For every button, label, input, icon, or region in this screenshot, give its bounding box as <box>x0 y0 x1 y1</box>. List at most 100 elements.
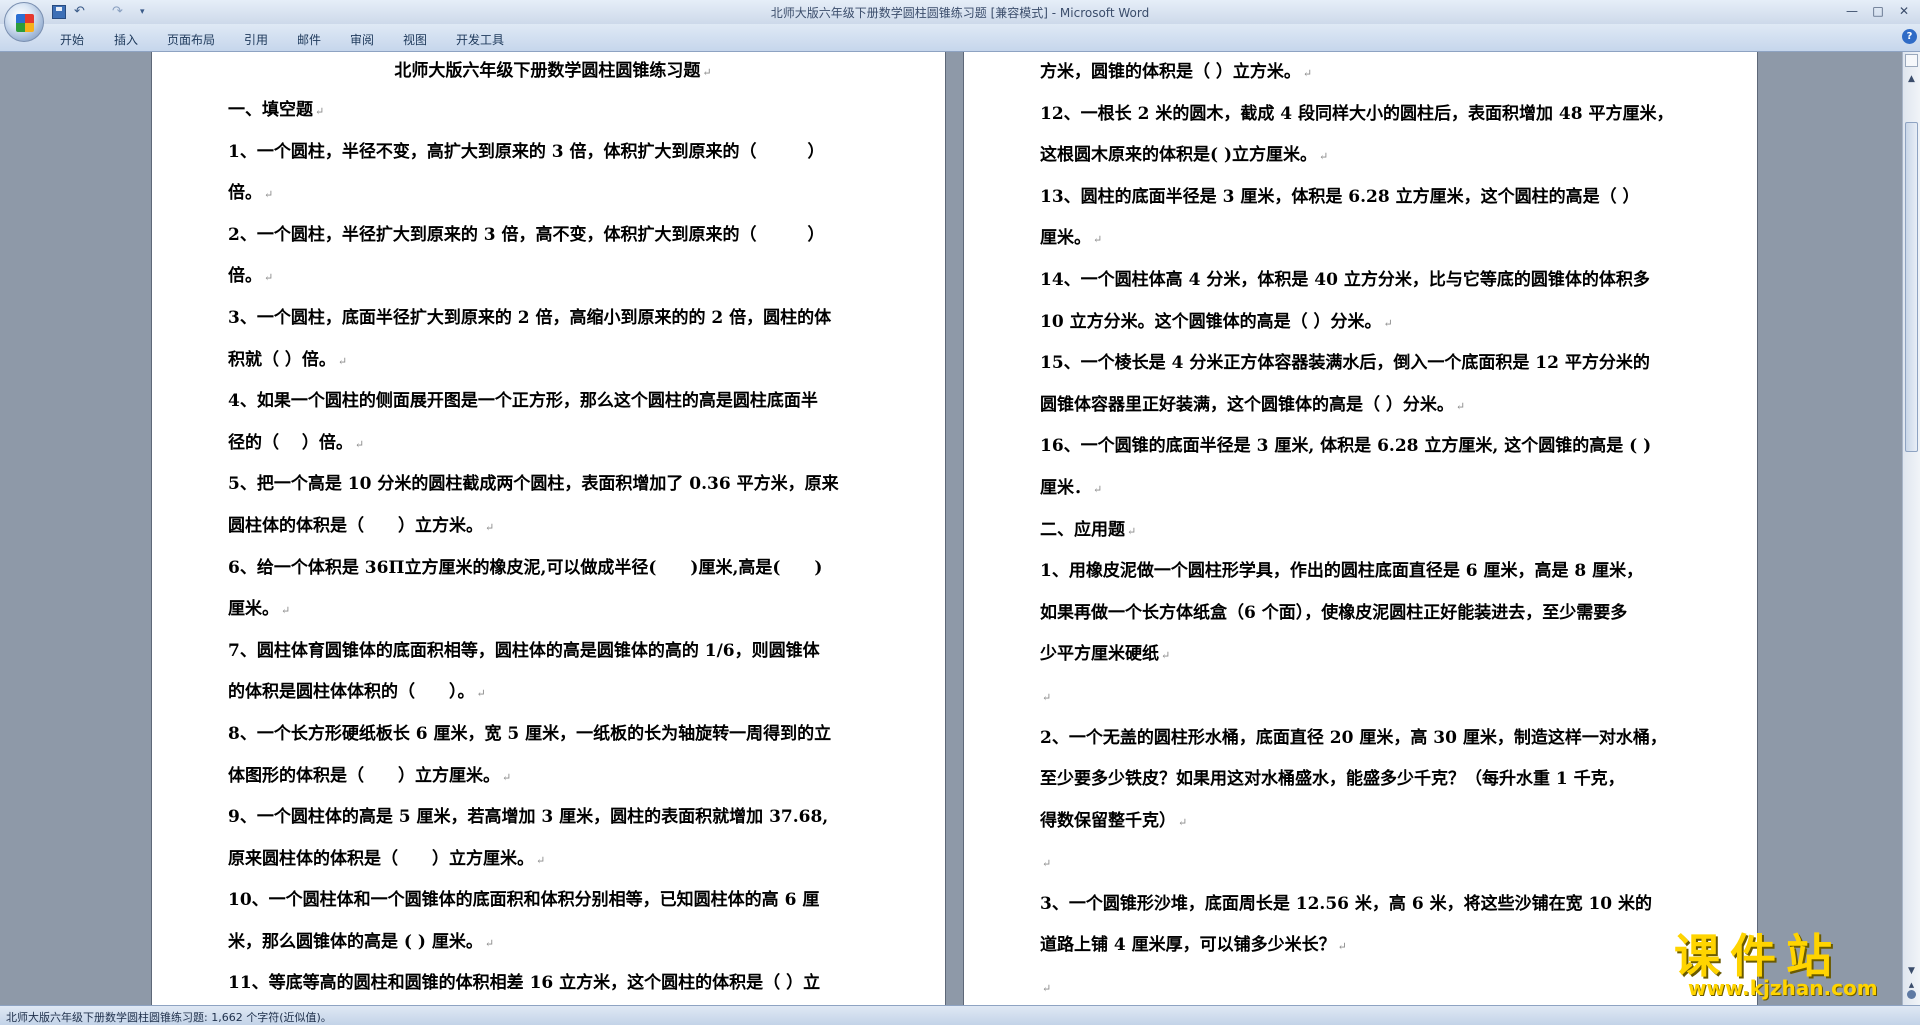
tab-review[interactable]: 审阅 <box>350 31 374 48</box>
text-line: 12、一根长 2 米的圆木，截成 4 段同样大小的圆柱后，表面积增加 48 平方… <box>1040 103 1674 124</box>
text-line: 10 立方分米。这个圆锥体的高是（ ）分米。 ↵ <box>1040 311 1393 332</box>
status-bar: 北师大版六年级下册数学圆柱圆锥练习题: 1,662 个字符(近似值)。 <box>0 1005 1920 1025</box>
text-line: 道路上铺 4 厘米厚，可以铺多少米长？ ↵ <box>1040 935 1347 956</box>
text-line: 的体积是圆柱体体积的（ ）。 ↵ <box>228 682 486 703</box>
left-page-text: 一、填空题 ↵ 1、一个圆柱，半径不变，高扩大到原来的 3 倍，体积扩大到原来的（… <box>228 90 878 1005</box>
text-line: 5、把一个高是 10 分米的圆柱截成两个圆柱，表面积增加了 0.36 平方米，原… <box>228 474 839 495</box>
close-button[interactable]: ✕ <box>1892 3 1916 19</box>
text-line: 6、给一个体积是 36Π立方厘米的橡皮泥,可以做成半径( )厘米,高是( ) <box>228 557 823 578</box>
text-line: 4、如果一个圆柱的侧面展开图是一个正方形，那么这个圆柱的高是圆柱底面半 <box>228 391 818 412</box>
ruler-toggle-icon[interactable] <box>1905 54 1918 67</box>
paragraph-mark-icon: ↵ <box>502 770 512 784</box>
paragraph-mark-icon: ↵ <box>1319 150 1329 164</box>
paragraph-mark-icon: ↵ <box>1161 649 1171 663</box>
text-line: 圆锥体容器里正好装满，这个圆锥体的高是（ ）分米。 ↵ <box>1040 394 1466 415</box>
paragraph-mark-icon: ↵ <box>1042 690 1052 704</box>
text-line: 至少要多少铁皮？如果用这对水桶盛水，能盛多少千克？（每升水重 1 千克， <box>1040 769 1625 790</box>
paragraph-mark-icon: ↵ <box>1093 482 1103 496</box>
paragraph-mark-icon: ↵ <box>485 520 495 534</box>
paragraph-mark-icon: ↵ <box>1042 982 1052 996</box>
paragraph-mark-icon: ↵ <box>476 687 486 701</box>
document-page-left[interactable]: 北师大版六年级下册数学圆柱圆锥练习题 ↵ 一、填空题 ↵ 1、一个圆柱，半径不变，高… <box>152 52 945 1005</box>
text-line: 1、用橡皮泥做一个圆柱形学具，作出的圆柱底面直径是 6 厘米，高是 8 厘米， <box>1040 561 1644 582</box>
text-line: 13、圆柱的底面半径是 3 厘米，体积是 6.28 立方厘米，这个圆柱的高是（ … <box>1040 186 1640 207</box>
scroll-thumb[interactable] <box>1905 122 1918 452</box>
paragraph-mark-icon: ↵ <box>484 936 495 950</box>
previous-page-icon[interactable]: ▲ <box>1905 980 1918 990</box>
text-line: 10、一个圆柱体和一个圆锥体的底面积和体积分别相等，已知圆柱体的高 6 厘 <box>228 890 820 911</box>
text-line: 得数保留整千克） ↵ <box>1040 810 1188 831</box>
tab-view[interactable]: 视图 <box>403 31 427 48</box>
text-line: 16、一个圆锥的底面半径是 3 厘米, 体积是 6.28 立方厘米, 这个圆锥的… <box>1040 436 1652 457</box>
select-browse-object-icon[interactable] <box>1907 990 1916 999</box>
text-line: 方米，圆锥的体积是（ ）立方米。 ↵ <box>1040 62 1313 82</box>
maximize-button[interactable]: □ <box>1866 3 1890 19</box>
vertical-scrollbar[interactable]: ▲ ▼ ▲ <box>1902 52 1920 1005</box>
scroll-up-icon[interactable]: ▲ <box>1905 72 1918 86</box>
text-line: 2、一个圆柱，半径扩大到原来的 3 倍，高不变，体积扩大到原来的（ ） <box>228 224 825 245</box>
tab-developer[interactable]: 开发工具 <box>456 31 504 48</box>
office-logo-icon <box>16 14 34 32</box>
text-line: 这根圆木原来的体积是( )立方厘米。 ↵ <box>1040 145 1329 166</box>
tab-mailings[interactable]: 邮件 <box>297 31 321 48</box>
paragraph-mark-icon: ↵ <box>1178 815 1188 829</box>
title-bar: ↶ ↷ ▾ 北师大版六年级下册数学圆柱圆锥练习题 [兼容模式] - Micros… <box>0 0 1920 42</box>
text-line: 原来圆柱体的体积是（ ）立方厘米。 ↵ <box>228 848 546 869</box>
status-word-count[interactable]: 北师大版六年级下册数学圆柱圆锥练习题: 1,662 个字符(近似值)。 <box>6 1009 332 1025</box>
text-line: 如果再做一个长方体纸盒（6 个面），使橡皮泥圆柱正好能装进去，至少需要多 <box>1040 602 1628 623</box>
tab-page-layout[interactable]: 页面布局 <box>167 31 215 48</box>
ribbon-tab-bar: 开始 插入 页面布局 引用 邮件 审阅 视图 开发工具 ? <box>0 24 1920 52</box>
text-line: 厘米。 ↵ <box>228 599 291 620</box>
right-page-text: 方米，圆锥的体积是（ ）立方米。 ↵ 12、一根长 2 米的圆木，截成 4 段同样… <box>1040 52 1690 1005</box>
tab-insert[interactable]: 插入 <box>114 31 138 48</box>
paragraph-mark-icon: ↵ <box>536 853 546 867</box>
text-line: ↵ <box>1040 842 1690 884</box>
scroll-down-icon[interactable]: ▼ <box>1905 964 1918 978</box>
watermark: 课件站 www.kjzhan.com <box>1668 920 1904 1005</box>
text-line: 一、填空题 ↵ <box>228 100 325 120</box>
text-line: 7、圆柱体育圆锥体的底面积相等，圆柱体的高是圆锥体的高的 1/6，则圆锥体 <box>228 640 820 661</box>
text-line: 少平方厘米硬纸 ↵ <box>1040 644 1171 665</box>
paragraph-mark-icon: ↵ <box>1455 399 1466 413</box>
text-line: 15、一个棱长是 4 分米正方体容器装满水后，倒入一个底面积是 12 平方分米的 <box>1040 353 1650 374</box>
text-line: 径的（ ）倍。 ↵ <box>228 432 365 453</box>
text-line: 体图形的体积是（ ）立方厘米。 ↵ <box>228 765 512 786</box>
text-line: 8、一个长方形硬纸板长 6 厘米，宽 5 厘米，一纸板的长为轴旋转一周得到的立 <box>228 723 832 744</box>
paragraph-mark-icon: ↵ <box>1337 940 1347 954</box>
text-line: 圆柱体的体积是（ ）立方米。 ↵ <box>228 515 495 536</box>
tab-home[interactable]: 开始 <box>60 31 84 48</box>
office-button[interactable] <box>4 2 44 42</box>
text-line: 厘米。 ↵ <box>1040 228 1103 249</box>
paragraph-mark-icon: ↵ <box>337 354 348 368</box>
paragraph-mark-icon: ↵ <box>264 271 274 285</box>
tab-references[interactable]: 引用 <box>244 31 268 48</box>
minimize-button[interactable]: — <box>1840 3 1864 19</box>
document-title: 北师大版六年级下册数学圆柱圆锥练习题 ↵ <box>394 61 712 81</box>
text-line: 3、一个圆锥形沙堆，底面周长是 12.56 米，高 6 米，将这些沙铺在宽 10… <box>1040 893 1653 914</box>
text-line: 倍。 ↵ <box>228 266 274 287</box>
paragraph-mark-icon: ↵ <box>264 188 274 202</box>
text-line: 倍。 ↵ <box>228 183 274 204</box>
text-line: 1、一个圆柱，半径不变，高扩大到原来的 3 倍，体积扩大到原来的（ ） <box>228 141 825 162</box>
text-line: 11、等底等高的圆柱和圆锥的体积相差 16 立方米，这个圆柱的体积是（ ）立 <box>228 973 821 994</box>
paragraph-mark-icon: ↵ <box>1042 857 1052 871</box>
paragraph-mark-icon: ↵ <box>315 105 325 118</box>
help-icon[interactable]: ? <box>1902 29 1917 44</box>
text-line: 米，那么圆锥体的高是 ( ) 厘米。 ↵ <box>228 931 495 952</box>
document-canvas: 北师大版六年级下册数学圆柱圆锥练习题 ↵ 一、填空题 ↵ 1、一个圆柱，半径不变，高… <box>0 52 1902 1005</box>
text-line: ↵ <box>1040 967 1690 1005</box>
text-line: 2、一个无盖的圆柱形水桶，底面直径 20 厘米，高 30 厘米，制造这样一对水桶… <box>1040 727 1667 748</box>
text-line: 3、一个圆柱，底面半径扩大到原来的 2 倍，高缩小到原来的的 2 倍，圆柱的体 <box>228 307 832 328</box>
paragraph-mark-icon: ↵ <box>281 604 291 618</box>
text-line: 厘米． ↵ <box>1040 477 1103 498</box>
text-line: 14、一个圆柱体高 4 分米，体积是 40 立方分米，比与它等底的圆锥体的体积多 <box>1040 269 1650 290</box>
document-page-right[interactable]: 方米，圆锥的体积是（ ）立方米。 ↵ 12、一根长 2 米的圆木，截成 4 段同样… <box>964 52 1757 1005</box>
text-line: ↵ <box>1040 676 1690 718</box>
paragraph-mark-icon: ↵ <box>702 66 712 79</box>
paragraph-mark-icon: ↵ <box>1127 524 1137 538</box>
paragraph-mark-icon: ↵ <box>1383 316 1393 330</box>
text-line: 9、一个圆柱体的高是 5 厘米，若高增加 3 厘米，圆柱的表面积就增加 37.6… <box>228 807 829 828</box>
paragraph-mark-icon: ↵ <box>354 437 365 451</box>
paragraph-mark-icon: ↵ <box>1302 67 1313 80</box>
text-line: 二、应用题 ↵ <box>1040 519 1137 540</box>
